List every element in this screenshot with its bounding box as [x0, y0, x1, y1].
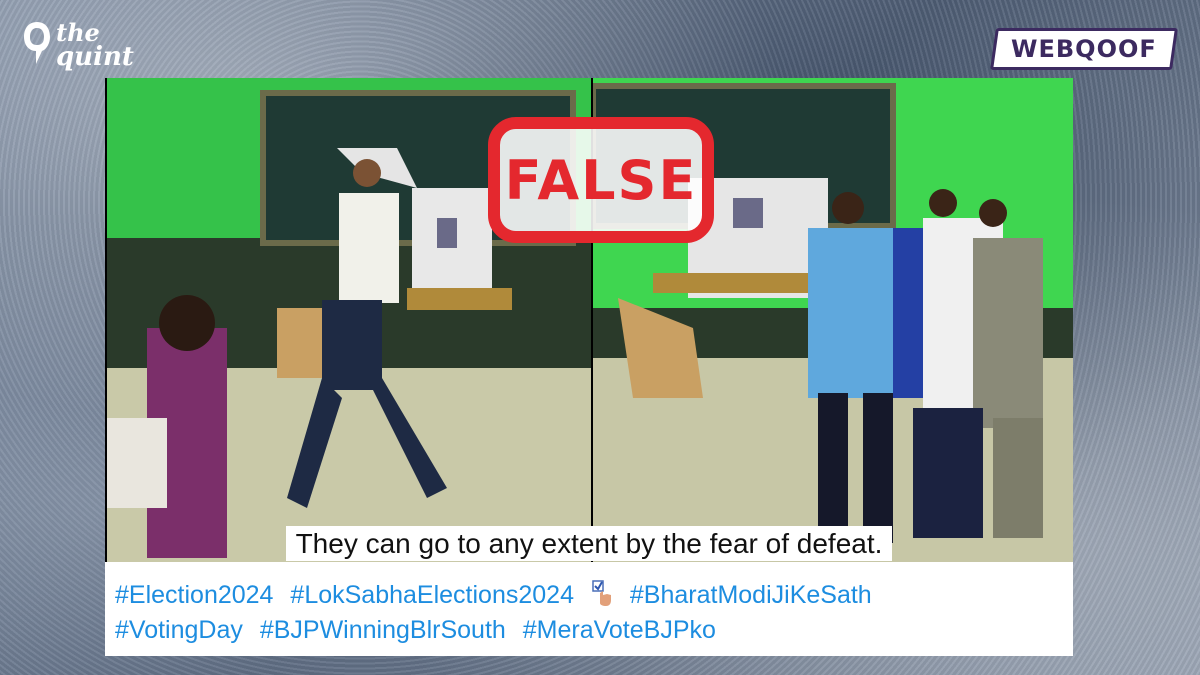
hashtag-line-1: #Election2024 #LokSabhaElections2024 #Bh…: [115, 578, 1065, 613]
hashtag-link[interactable]: #VotingDay: [115, 616, 243, 644]
false-stamp-label: FALSE: [504, 148, 698, 212]
video-caption: They can go to any extent by the fear of…: [105, 526, 1073, 561]
hashtag-link[interactable]: #LokSabhaElections2024: [290, 581, 574, 609]
logo-text-quint: quint: [56, 42, 134, 72]
hashtag-block: #Election2024 #LokSabhaElections2024 #Bh…: [115, 578, 1065, 648]
quint-mark-icon: [24, 22, 50, 64]
webqoof-badge: WEBQOOF: [990, 28, 1178, 70]
hashtag-link[interactable]: #Election2024: [115, 581, 273, 609]
hashtag-line-2: #VotingDay #BJPWinningBlrSouth #MeraVote…: [115, 613, 1065, 648]
the-quint-logo: the quint: [22, 16, 142, 76]
hashtag-link[interactable]: #BJPWinningBlrSouth: [260, 616, 506, 644]
caption-text: They can go to any extent by the fear of…: [285, 526, 893, 561]
false-stamp: FALSE: [488, 117, 714, 243]
webqoof-label: WEBQOOF: [1011, 35, 1157, 63]
hashtag-link[interactable]: #BharatModiJiKeSath: [630, 581, 872, 609]
voting-hand-icon: [592, 580, 611, 606]
hashtag-link[interactable]: #MeraVoteBJPko: [523, 616, 716, 644]
